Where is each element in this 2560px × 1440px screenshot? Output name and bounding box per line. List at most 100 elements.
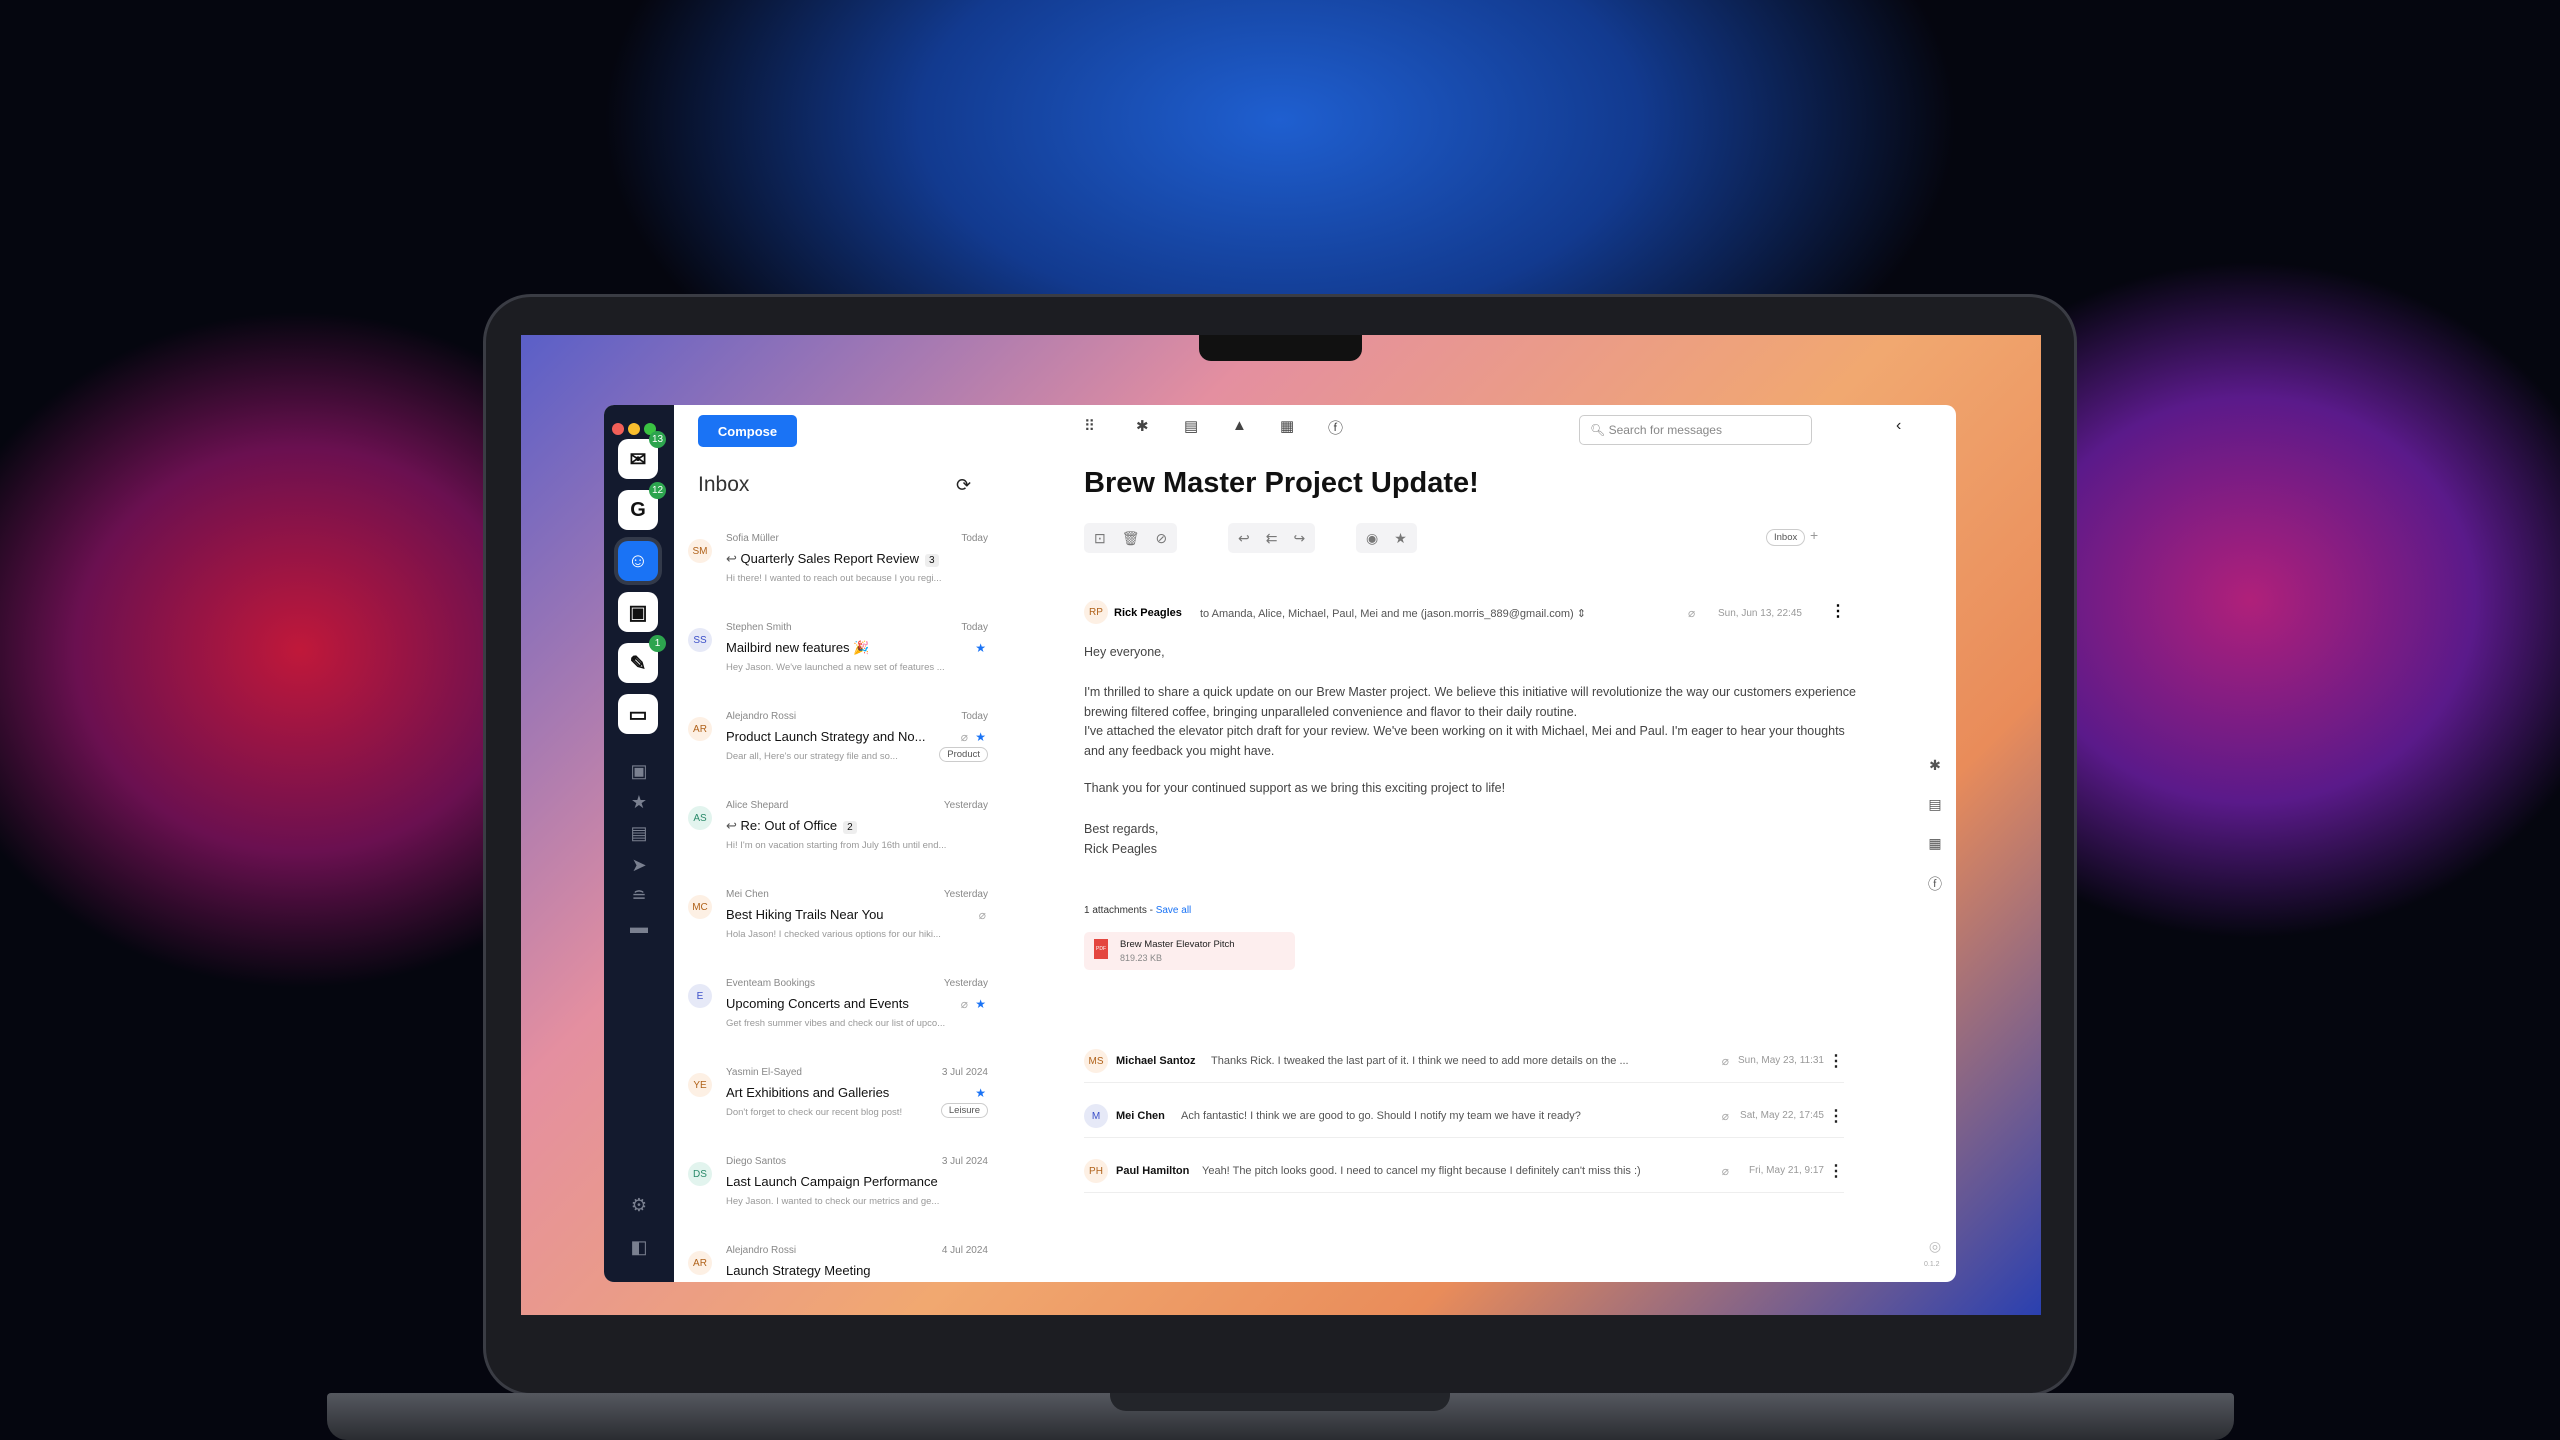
thread-message[interactable]: M Mei Chen Ach fantastic! I think we are… bbox=[1084, 1098, 1844, 1138]
avatar: MS bbox=[1084, 1049, 1108, 1073]
sender: Sofia Müller bbox=[726, 533, 779, 544]
star-icon[interactable]: ★ bbox=[975, 997, 986, 1011]
more-options-icon[interactable]: ⋮ bbox=[1828, 1051, 1844, 1071]
collapse-sidebar-icon[interactable]: ◧ bbox=[629, 1237, 649, 1257]
close-window-button[interactable] bbox=[612, 423, 624, 435]
attachment-icon: ⌀ bbox=[978, 908, 986, 922]
reply-all-icon[interactable]: ⇇ bbox=[1266, 530, 1278, 547]
list-item[interactable]: AR Alejandro Rossi 4 Jul 2024 Launch Str… bbox=[688, 1245, 988, 1282]
preview: Hey Jason. We've launched a new set of f… bbox=[726, 662, 945, 673]
attachment-card[interactable]: PDF Brew Master Elevator Pitch 819.23 KB bbox=[1084, 932, 1295, 970]
recipients[interactable]: to Amanda, Alice, Michael, Paul, Mei and… bbox=[1200, 607, 1586, 620]
slack-icon[interactable]: ✱ bbox=[1926, 757, 1944, 775]
unread-badge: 12 bbox=[649, 482, 666, 499]
more-options-icon[interactable]: ⋮ bbox=[1830, 601, 1846, 621]
sent-folder-icon[interactable]: ➤ bbox=[629, 855, 649, 875]
search-icon: 🔍︎ bbox=[1590, 423, 1609, 437]
subject: Last Launch Campaign Performance bbox=[726, 1174, 938, 1189]
archive-icon[interactable]: ⊡ bbox=[1094, 530, 1106, 547]
reading-pane: ⠿ ✱ ▤ ▲ ▦ ⓕ 🔍︎ Search for messages ‹ Bre… bbox=[1084, 405, 1914, 1282]
refresh-icon[interactable]: ⟳ bbox=[956, 475, 971, 496]
spam-icon[interactable]: ⊘ bbox=[1156, 530, 1168, 547]
sender: Alejandro Rossi bbox=[726, 1245, 797, 1256]
sender: Alice Shepard bbox=[726, 800, 789, 811]
label-badge[interactable]: Inbox bbox=[1766, 529, 1806, 546]
avatar: MC bbox=[688, 895, 712, 919]
mark-read-icon[interactable]: ◉ bbox=[1366, 530, 1378, 547]
date: Today bbox=[961, 622, 988, 633]
todoist-icon[interactable]: ▤ bbox=[1926, 796, 1944, 814]
sender: Eventeam Bookings bbox=[726, 978, 815, 989]
preview: Hi! I'm on vacation starting from July 1… bbox=[726, 840, 947, 851]
account-google[interactable]: G 12 bbox=[618, 482, 666, 530]
star-icon[interactable]: ★ bbox=[975, 641, 986, 655]
unread-badge: 1 bbox=[649, 635, 666, 652]
list-item[interactable]: MC Mei Chen Yesterday Best Hiking Trails… bbox=[688, 889, 988, 975]
attachment-icon: ⌀ bbox=[960, 997, 968, 1011]
thread-message[interactable]: MS Michael Santoz Thanks Rick. I tweaked… bbox=[1084, 1043, 1844, 1083]
slack-icon[interactable]: ✱ bbox=[1136, 417, 1149, 435]
tag-badge[interactable]: Leisure bbox=[940, 1103, 988, 1118]
account-avatar-active[interactable]: ☺ bbox=[618, 541, 658, 581]
subject: Mailbird new features 🎉 bbox=[726, 640, 870, 655]
google-calendar-icon[interactable]: ▦ bbox=[1926, 835, 1944, 853]
list-item[interactable]: AR Alejandro Rossi Today Product Launch … bbox=[688, 711, 988, 797]
account-inbox-app[interactable]: ▣ bbox=[618, 592, 658, 632]
drafts-folder-icon[interactable]: ▤ bbox=[629, 823, 649, 843]
todoist-icon[interactable]: ▤ bbox=[1184, 417, 1198, 435]
delete-icon[interactable]: 🗑︎ bbox=[1122, 530, 1140, 547]
date: Today bbox=[961, 533, 988, 544]
reply-icon[interactable]: ↩ bbox=[1238, 530, 1250, 547]
attachment-icon: ⌀ bbox=[1721, 1109, 1729, 1123]
more-options-icon[interactable]: ⋮ bbox=[1828, 1161, 1844, 1181]
date: Yesterday bbox=[943, 978, 988, 989]
subject: Best Hiking Trails Near You bbox=[726, 907, 884, 922]
thread-message[interactable]: PH Paul Hamilton Yeah! The pitch looks g… bbox=[1084, 1153, 1844, 1193]
apps-grid-icon[interactable]: ⠿ bbox=[1084, 417, 1095, 435]
thread-preview: Ach fantastic! I think we are good to go… bbox=[1181, 1110, 1581, 1122]
facebook-icon[interactable]: ⓕ bbox=[1328, 417, 1343, 438]
list-item[interactable]: E Eventeam Bookings Yesterday Upcoming C… bbox=[688, 978, 988, 1064]
avatar: AR bbox=[688, 1251, 712, 1275]
list-item[interactable]: SS Stephen Smith Today Mailbird new feat… bbox=[688, 622, 988, 708]
list-item[interactable]: AS Alice Shepard Yesterday ↩ Re: Out of … bbox=[688, 800, 988, 886]
folders-icon[interactable]: ▬ bbox=[629, 917, 649, 937]
tag-badge[interactable]: Product bbox=[939, 747, 988, 762]
collapse-panel-chevron-icon[interactable]: ‹ bbox=[1896, 417, 1901, 435]
account-tools[interactable]: ✎ 1 bbox=[618, 635, 666, 683]
google-calendar-icon[interactable]: ▦ bbox=[1280, 417, 1294, 435]
list-item[interactable]: YE Yasmin El-Sayed 3 Jul 2024 Art Exhibi… bbox=[688, 1067, 988, 1153]
starred-folder-icon[interactable]: ★ bbox=[629, 792, 649, 812]
google-drive-icon[interactable]: ▲ bbox=[1232, 417, 1247, 434]
add-label-icon[interactable]: + bbox=[1810, 527, 1818, 543]
inbox-app-icon: ▣ bbox=[628, 601, 648, 624]
integrations-rail: ✱ ▤ ▦ ⓕ ◎ 0.1.2 bbox=[1914, 405, 1956, 1282]
compose-button[interactable]: Compose bbox=[698, 415, 797, 447]
account-mail[interactable]: ✉ 13 bbox=[618, 431, 666, 479]
minimize-window-button[interactable] bbox=[628, 423, 640, 435]
account-work[interactable]: ▭ bbox=[618, 694, 658, 734]
mail-icon: ✉ bbox=[629, 448, 647, 471]
save-all-link[interactable]: Save all bbox=[1156, 905, 1192, 916]
star-icon[interactable]: ★ bbox=[1394, 530, 1407, 547]
date: Yesterday bbox=[943, 889, 988, 900]
more-options-icon[interactable]: ⋮ bbox=[1828, 1106, 1844, 1126]
archive-folder-icon[interactable]: ≘ bbox=[629, 886, 649, 906]
attachment-name: Brew Master Elevator Pitch bbox=[1120, 939, 1235, 950]
search-input[interactable]: 🔍︎ Search for messages bbox=[1579, 415, 1812, 445]
star-icon[interactable]: ★ bbox=[975, 1086, 986, 1100]
list-item[interactable]: DS Diego Santos 3 Jul 2024 Last Launch C… bbox=[688, 1156, 988, 1242]
unread-badge: 13 bbox=[649, 431, 666, 448]
star-icon[interactable]: ★ bbox=[975, 730, 986, 744]
list-item[interactable]: SM Sofia Müller Today ↩ Quarterly Sales … bbox=[688, 533, 988, 619]
attachment-size: 819.23 KB bbox=[1120, 953, 1163, 963]
date: Yesterday bbox=[943, 800, 988, 811]
settings-gear-icon[interactable]: ⚙ bbox=[629, 1195, 649, 1215]
replied-icon: ↩ bbox=[726, 818, 741, 833]
thread-sender: Mei Chen bbox=[1116, 1110, 1165, 1122]
forward-icon[interactable]: ↪ bbox=[1293, 530, 1305, 547]
thread-date: Sun, May 23, 11:31 bbox=[1738, 1055, 1824, 1066]
attachment-icon: ⌀ bbox=[1721, 1054, 1729, 1068]
inbox-folder-icon[interactable]: ▣ bbox=[629, 761, 649, 781]
facebook-icon[interactable]: ⓕ bbox=[1926, 874, 1944, 892]
